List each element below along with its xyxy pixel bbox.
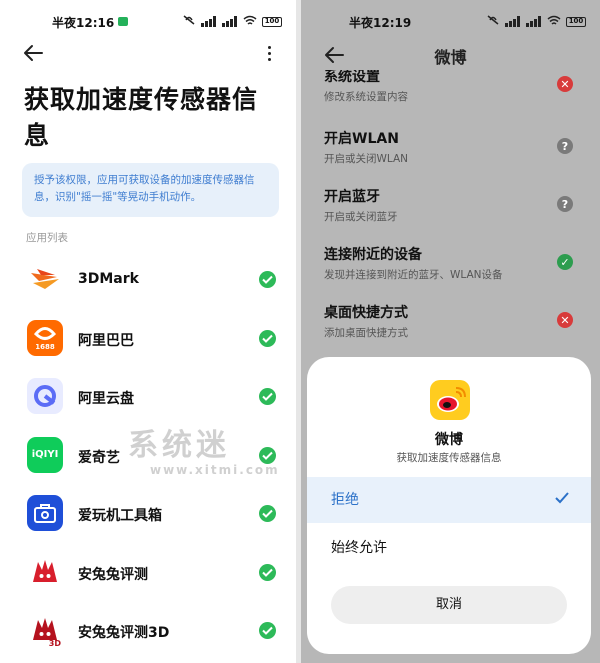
app-name: 阿里云盘 <box>78 391 134 407</box>
permission-item-wlan[interactable]: 开启WLAN 开启或关闭WLAN ? <box>324 128 584 166</box>
mute-icon <box>182 14 196 29</box>
status-time: 半夜12:19 <box>349 16 412 30</box>
back-button[interactable] <box>22 42 48 66</box>
section-label: 应用列表 <box>26 232 68 244</box>
watermark-url: www.xitmi.com <box>150 463 280 477</box>
list-item[interactable]: 1688 阿里巴巴 <box>0 310 296 369</box>
permission-info-box: 授予该权限，应用可获取设备的加速度传感器信息，识别"摇一摇"等晃动手机动作。 <box>22 163 279 217</box>
cancel-button[interactable]: 取消 <box>331 586 567 624</box>
permission-title: 桌面快捷方式 <box>324 305 408 321</box>
permission-desc: 开启或关闭WLAN <box>324 153 409 165</box>
permission-title: 开启WLAN <box>324 131 399 147</box>
permission-desc: 添加桌面快捷方式 <box>324 327 408 339</box>
allowed-check-icon: ✓ <box>557 254 573 270</box>
more-button[interactable] <box>266 46 272 64</box>
antutu-icon <box>27 553 63 590</box>
option-label: 始终允许 <box>331 540 387 556</box>
list-item[interactable]: 阿里云盘 <box>0 368 296 427</box>
allowed-check-icon <box>259 622 276 639</box>
wifi-icon <box>243 15 257 29</box>
permission-item-bluetooth[interactable]: 开启蓝牙 开启或关闭蓝牙 ? <box>324 186 584 224</box>
signal-icon <box>526 16 542 27</box>
permission-desc: 开启或关闭蓝牙 <box>324 211 398 223</box>
weibo-icon <box>430 380 470 420</box>
allowed-check-icon <box>259 329 276 347</box>
back-arrow-icon <box>24 45 43 61</box>
allowed-check-icon <box>259 505 276 522</box>
3dmark-icon <box>27 261 63 297</box>
page-title: 获取加速度传感器信息 <box>24 85 259 150</box>
permission-item-nearby-devices[interactable]: 连接附近的设备 发现并连接到附近的蓝牙、WLAN设备 ✓ <box>324 244 584 282</box>
permission-item-shortcut[interactable]: 桌面快捷方式 添加桌面快捷方式 ✕ <box>324 302 584 340</box>
permission-title: 开启蓝牙 <box>324 189 380 205</box>
status-icons: 100 <box>182 14 282 29</box>
signal-icon <box>505 16 521 27</box>
list-item[interactable]: 安兔兔评测 <box>0 544 296 603</box>
permission-item-system-settings[interactable]: 系统设置 修改系统设置内容 ✕ <box>324 70 584 106</box>
permission-desc: 修改系统设置内容 <box>324 91 408 103</box>
allowed-check-icon <box>259 563 276 581</box>
dialog-description: 获取加速度传感器信息 <box>396 452 502 464</box>
ask-icon: ? <box>557 138 573 154</box>
page-title: 微博 <box>434 48 467 67</box>
allowed-check-icon <box>259 446 276 464</box>
permission-title: 连接附近的设备 <box>324 247 422 263</box>
denied-icon: ✕ <box>557 76 573 92</box>
app-name: 安兔兔评测 <box>78 566 148 583</box>
alibaba-icon: 1688 <box>27 319 63 356</box>
battery-icon: 100 <box>262 16 282 27</box>
alibaba-badge: 1688 <box>35 342 55 351</box>
antutu3d-icon: 3D <box>27 612 63 648</box>
app-name: 安兔兔评测3D <box>78 625 170 641</box>
aliyun-drive-icon <box>27 378 63 414</box>
signal-icon <box>201 16 217 27</box>
watermark: 系统迷 <box>128 428 230 463</box>
app-name: 爱奇艺 <box>78 449 120 466</box>
dialog-app-name: 微博 <box>435 432 463 448</box>
permission-title: 系统设置 <box>324 70 380 85</box>
app-name: 3DMark <box>78 271 139 287</box>
app-name: 爱玩机工具箱 <box>78 508 162 524</box>
option-label: 拒绝 <box>331 492 359 508</box>
antutu3d-badge: 3D <box>48 639 61 648</box>
app-name: 阿里巴巴 <box>78 332 134 349</box>
permission-desc: 发现并连接到附近的蓝牙、WLAN设备 <box>324 269 503 281</box>
allowed-check-icon <box>259 271 276 288</box>
list-item[interactable]: 3DMark <box>0 251 296 310</box>
list-item[interactable]: 3D 安兔兔评测3D <box>0 602 296 661</box>
permission-dialog: 微博 获取加速度传感器信息 拒绝 始终允许 取消 <box>307 357 591 654</box>
option-deny[interactable]: 拒绝 <box>307 477 591 523</box>
iqiyi-icon: iQIYI <box>27 436 63 473</box>
status-icons: 100 <box>486 14 586 29</box>
selected-check-icon <box>555 477 569 523</box>
ask-icon: ? <box>557 196 573 212</box>
list-item[interactable]: 爱玩机工具箱 <box>0 485 296 544</box>
left-screen: 半夜12:16 100 获取加速度传感器信息 授予该权限，应用可获取设备的加速度… <box>0 0 296 663</box>
option-always-allow[interactable]: 始终允许 <box>307 525 591 571</box>
toolbox-icon <box>27 495 63 531</box>
iqiyi-logo-text: iQIYI <box>31 449 59 460</box>
status-bar: 半夜12:19 100 <box>301 10 600 32</box>
status-time: 半夜12:16 <box>52 16 115 30</box>
status-bar: 半夜12:16 100 <box>0 10 296 32</box>
notification-icon <box>118 17 128 26</box>
allowed-check-icon <box>259 388 276 405</box>
wifi-icon <box>547 15 561 29</box>
battery-icon: 100 <box>566 16 586 27</box>
denied-icon: ✕ <box>557 312 573 328</box>
right-screen: 半夜12:19 100 微博 系统设置 修改系统设置内容 ✕ 开启WLAN 开启… <box>301 0 600 663</box>
signal-icon <box>222 16 238 27</box>
mute-icon <box>486 14 500 29</box>
